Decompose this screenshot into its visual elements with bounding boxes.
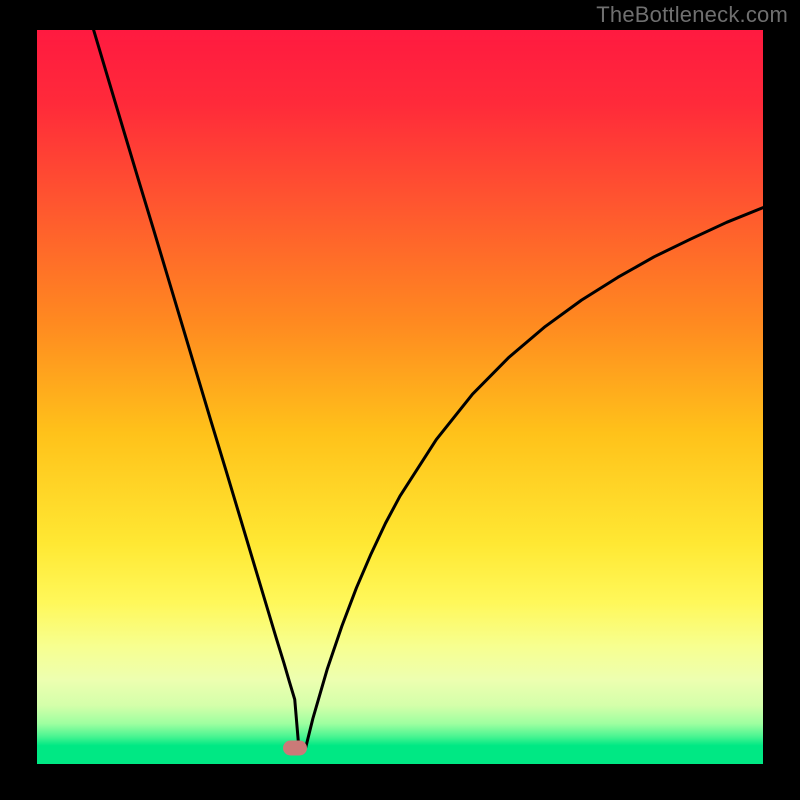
gradient-rect bbox=[37, 30, 763, 764]
plot-area bbox=[37, 30, 763, 764]
watermark-text: TheBottleneck.com bbox=[596, 2, 788, 28]
optimal-point-marker bbox=[283, 740, 307, 755]
chart-frame: TheBottleneck.com bbox=[0, 0, 800, 800]
chart-svg bbox=[37, 30, 763, 764]
